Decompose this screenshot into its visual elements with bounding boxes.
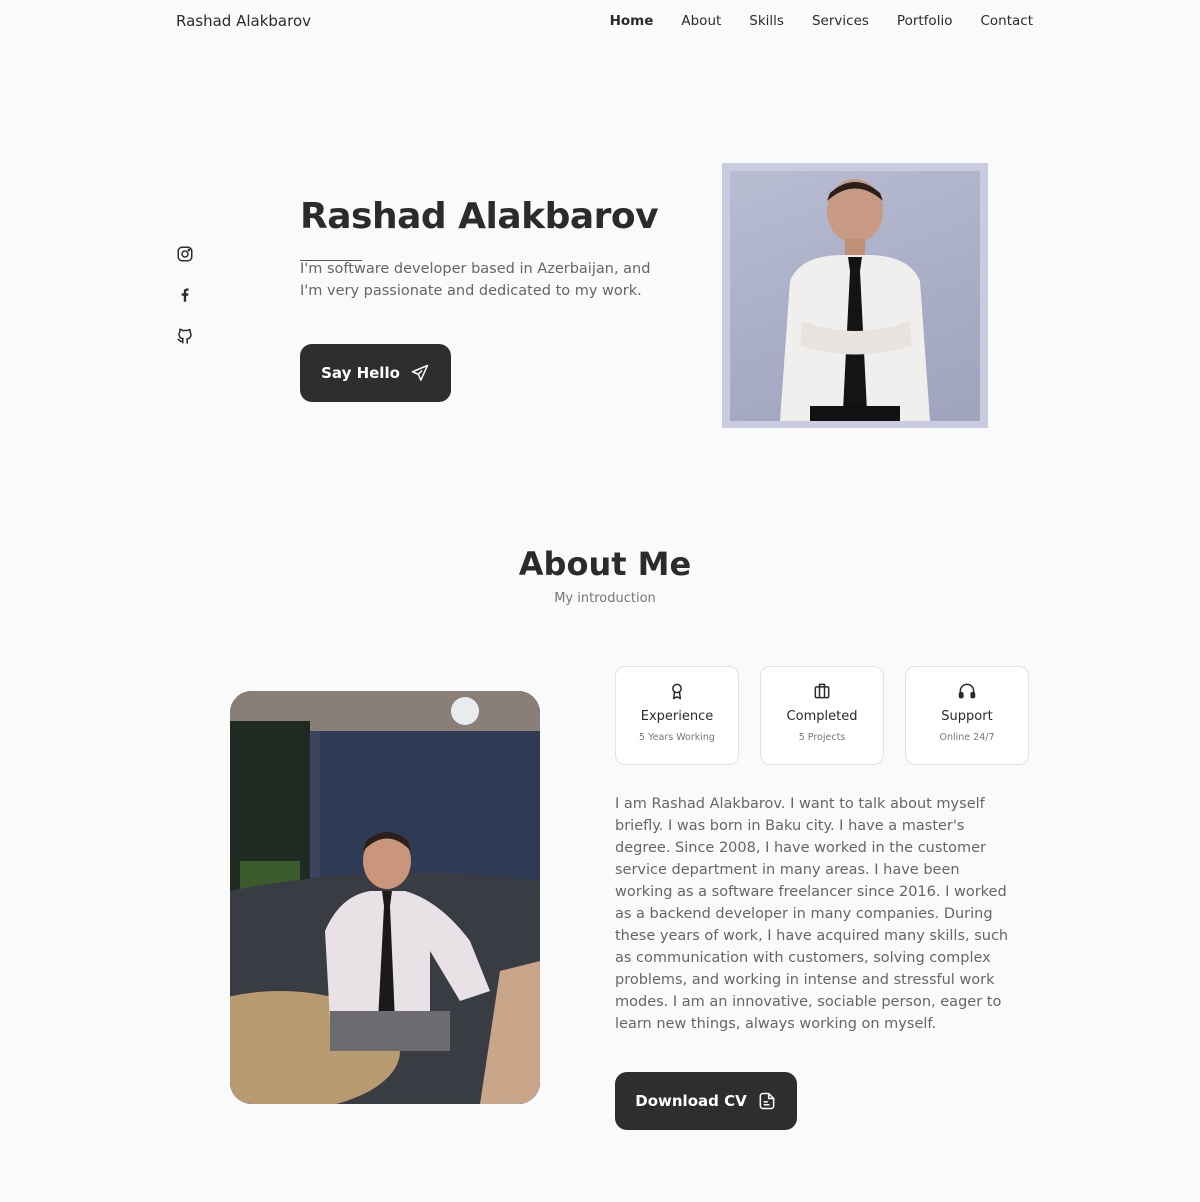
briefcase-icon [814,683,830,699]
award-icon [672,683,682,700]
download-cv-button[interactable]: Download CV [615,1072,797,1130]
nav-about[interactable]: About [681,13,721,29]
nav-services[interactable]: Services [812,13,869,29]
say-hello-button[interactable]: Say Hello [300,344,451,402]
experience-subtitle: 5 Years Working [639,732,715,743]
nav-skills[interactable]: Skills [749,13,784,29]
nav-portfolio[interactable]: Portfolio [897,13,953,29]
completed-subtitle: 5 Projects [798,732,846,743]
about-photo [230,691,540,1104]
facebook-icon[interactable] [176,286,194,304]
hero-profile-photo [730,171,980,421]
send-icon [411,364,429,381]
experience-card: Experience 5 Years Working [615,666,739,765]
experience-title: Experience [640,709,714,724]
social-links [176,245,194,368]
nav-home[interactable]: Home [610,13,654,29]
headset-icon [958,683,976,699]
instagram-icon[interactable] [176,245,194,263]
hero-name: Rashad Alakbarov [300,196,659,237]
support-subtitle: Online 24/7 [939,732,995,743]
about-subtitle: My introduction [554,591,656,606]
github-icon[interactable] [176,327,194,345]
hero-photo-frame [722,163,988,428]
completed-title: Completed [786,709,858,724]
header: Rashad Alakbarov Home About Skills Servi… [0,0,1200,44]
about-description: I am Rashad Alakbarov. I want to talk ab… [615,796,1009,1032]
main-nav: Home About Skills Services Portfolio Con… [582,13,1033,29]
support-card: Support Online 24/7 [905,666,1029,765]
download-cv-label: Download CV [635,1092,747,1110]
hero-description: I'm software developer based in Azerbaij… [300,261,651,299]
support-title: Support [941,709,993,724]
site-logo[interactable]: Rashad Alakbarov [176,12,311,30]
about-title: About Me [518,545,692,583]
nav-contact[interactable]: Contact [980,13,1033,29]
completed-card: Completed 5 Projects [760,666,884,765]
document-icon [759,1092,775,1110]
say-hello-label: Say Hello [321,364,400,382]
about-stats: Experience 5 Years Working Completed 5 P… [615,666,1029,765]
